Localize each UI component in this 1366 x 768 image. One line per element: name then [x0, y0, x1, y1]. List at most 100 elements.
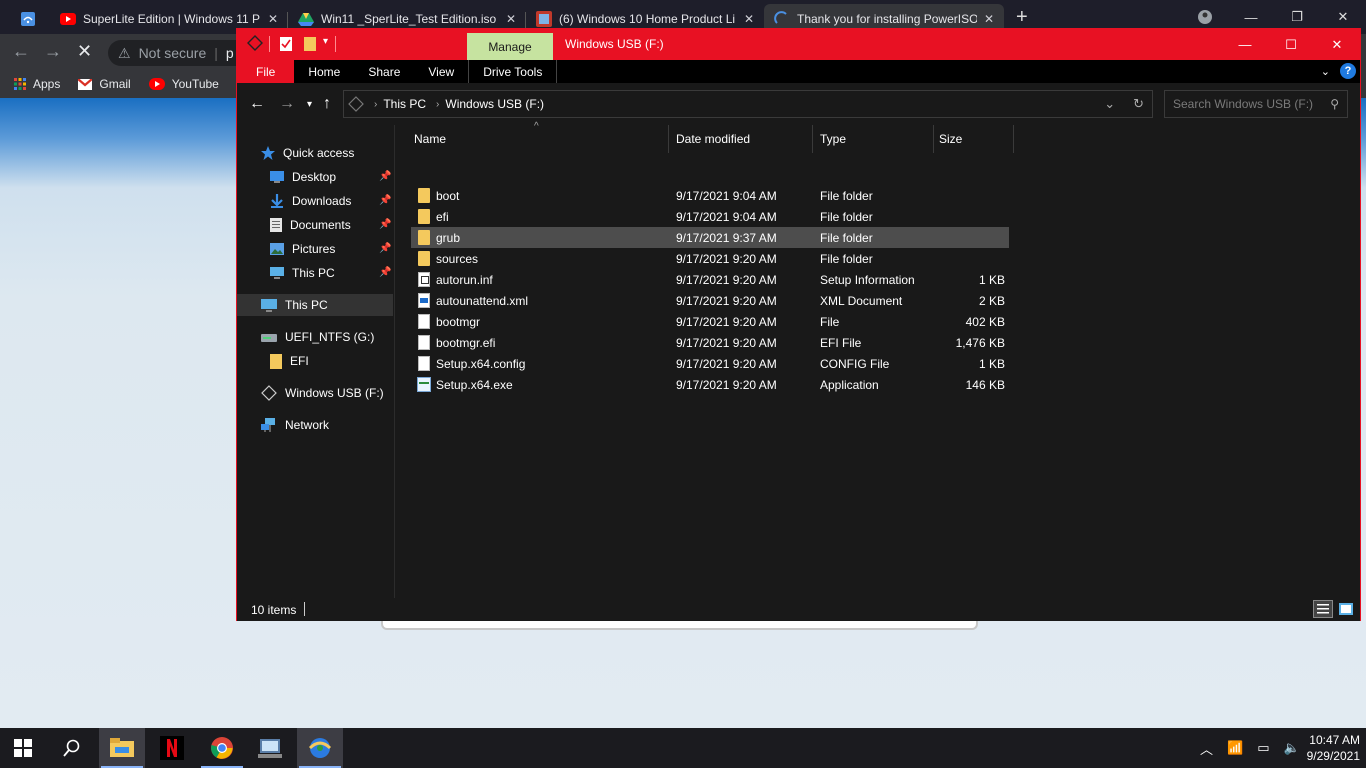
battery-icon[interactable]: ▭ — [1257, 740, 1269, 756]
windows-logo-icon — [14, 739, 32, 757]
nav-network[interactable]: Network — [261, 414, 329, 436]
search-input[interactable]: Search Windows USB (F:) ⚲ — [1164, 90, 1348, 118]
customize-quick-access-icon[interactable]: ▾ — [323, 36, 328, 47]
nav-this-pc[interactable]: This PC — [237, 294, 393, 316]
close-button[interactable]: ✕ — [1314, 29, 1360, 60]
details-view-button[interactable] — [1313, 600, 1333, 618]
address-history-dropdown-icon[interactable]: ⌄ — [1104, 96, 1115, 112]
file-row-grub[interactable]: grub 9/17/2021 9:37 AM File folder — [411, 227, 1009, 248]
explorer-window-controls: — ☐ ✕ — [1222, 29, 1360, 60]
folder-icon — [418, 251, 430, 266]
browser-tab-search-icon[interactable] — [10, 4, 46, 34]
refresh-icon[interactable]: ↻ — [1133, 96, 1144, 112]
nav-efi-folder[interactable]: EFI — [270, 350, 309, 372]
explorer-title-bar[interactable]: ▾ Manage Windows USB (F:) — ☐ ✕ — [237, 29, 1360, 60]
new-tab-button[interactable]: + — [1016, 6, 1028, 29]
taskbar-file-explorer[interactable] — [99, 728, 145, 768]
address-box[interactable]: › This PC › Windows USB (F:) ⌄ ↻ — [343, 90, 1153, 118]
column-header-name[interactable]: Name — [396, 125, 669, 153]
new-folder-icon[interactable] — [303, 36, 317, 52]
maximize-button[interactable]: ☐ — [1268, 29, 1314, 60]
taskbar-chrome[interactable] — [199, 728, 245, 768]
start-button[interactable] — [0, 728, 46, 768]
nav-this-pc-pinned[interactable]: This PC — [270, 262, 335, 284]
bookmark-label: Apps — [33, 77, 61, 91]
nav-documents[interactable]: Documents — [270, 214, 351, 236]
file-row-autounattend[interactable]: autounattend.xml 9/17/2021 9:20 AM XML D… — [411, 290, 1009, 311]
file-row-bootmgr-efi[interactable]: bootmgr.efi 9/17/2021 9:20 AM EFI File 1… — [411, 332, 1009, 353]
help-icon[interactable]: ? — [1340, 63, 1356, 79]
nav-quick-access[interactable]: Quick access — [261, 142, 354, 164]
file-name: boot — [436, 189, 460, 203]
file-row-efi[interactable]: efi 9/17/2021 9:04 AM File folder — [411, 206, 1009, 227]
minimize-button[interactable]: — — [1222, 29, 1268, 60]
manage-contextual-tab[interactable]: Manage — [467, 33, 553, 60]
bookmark-gmail[interactable]: Gmail — [78, 77, 131, 91]
large-icons-view-button[interactable] — [1336, 600, 1356, 618]
column-header-type[interactable]: Type — [802, 125, 934, 153]
breadcrumb-this-pc[interactable]: This PC — [383, 97, 426, 111]
close-icon[interactable]: ✕ — [506, 12, 516, 26]
column-header-size[interactable]: Size — [921, 125, 1014, 153]
tab-drive-tools[interactable]: Drive Tools — [468, 60, 558, 83]
forward-arrow-icon[interactable]: → — [44, 41, 62, 62]
forward-arrow-icon[interactable]: → — [279, 95, 295, 113]
close-icon[interactable]: ✕ — [268, 12, 278, 26]
bookmark-youtube[interactable]: YouTube — [148, 77, 219, 91]
google-drive-icon — [298, 13, 314, 26]
search-placeholder: Search Windows USB (F:) — [1173, 97, 1314, 111]
nav-label: This PC — [292, 266, 335, 280]
file-row-boot[interactable]: boot 9/17/2021 9:04 AM File folder — [411, 185, 1009, 206]
close-icon[interactable]: ✕ — [984, 12, 994, 26]
file-date: 9/17/2021 9:20 AM — [676, 273, 777, 287]
taskbar-poweriso[interactable] — [297, 728, 343, 768]
browser-tab-title: Thank you for installing PowerISO — [797, 12, 977, 26]
taskbar-computer-app[interactable] — [247, 728, 293, 768]
bookmark-apps[interactable]: Apps — [14, 77, 60, 91]
clock[interactable]: 10:47 AM 9/29/2021 — [1298, 732, 1360, 764]
file-name: Setup.x64.exe — [436, 378, 513, 392]
nav-uefi-drive[interactable]: UEFI_NTFS (G:) — [261, 326, 374, 348]
file-name: autorun.inf — [436, 273, 493, 287]
taskbar-netflix[interactable] — [149, 728, 195, 768]
file-row-setup-exe[interactable]: Setup.x64.exe 9/17/2021 9:20 AM Applicat… — [411, 374, 1009, 395]
breadcrumb-current[interactable]: Windows USB (F:) — [445, 97, 544, 111]
nav-usb-drive[interactable]: Windows USB (F:) — [261, 382, 384, 404]
nav-desktop[interactable]: Desktop — [270, 166, 336, 188]
properties-icon[interactable] — [279, 36, 293, 52]
back-arrow-icon[interactable]: ← — [249, 95, 265, 113]
file-row-sources[interactable]: sources 9/17/2021 9:20 AM File folder — [411, 248, 1009, 269]
recent-locations-icon[interactable]: ▾ — [307, 99, 312, 110]
search-button[interactable] — [49, 728, 95, 768]
up-arrow-icon[interactable]: ↑ — [323, 95, 331, 113]
nav-pictures[interactable]: Pictures — [270, 238, 335, 260]
file-date: 9/17/2021 9:20 AM — [676, 336, 777, 350]
computer-icon — [261, 298, 277, 312]
column-header-date[interactable]: Date modified — [658, 125, 813, 153]
breadcrumb-separator-icon: › — [436, 98, 440, 110]
file-date: 9/17/2021 9:20 AM — [676, 357, 777, 371]
file-row-setup-config[interactable]: Setup.x64.config 9/17/2021 9:20 AM CONFI… — [411, 353, 1009, 374]
file-type: File folder — [820, 252, 873, 266]
nav-downloads[interactable]: Downloads — [270, 190, 351, 212]
file-row-autorun[interactable]: autorun.inf 9/17/2021 9:20 AM Setup Info… — [411, 269, 1009, 290]
download-arrow-icon — [271, 194, 283, 208]
file-type: File folder — [820, 231, 873, 245]
tab-file[interactable]: File — [237, 60, 295, 83]
tab-view[interactable]: View — [414, 60, 468, 83]
wifi-icon[interactable]: 📶 — [1227, 740, 1243, 756]
tab-share[interactable]: Share — [354, 60, 414, 83]
stop-icon[interactable]: ✕ — [77, 41, 92, 62]
file-list-pane: ^ Name Date modified Type Size boot 9/17… — [396, 121, 1360, 598]
file-row-bootmgr[interactable]: bootmgr 9/17/2021 9:20 AM File 402 KB — [411, 311, 1009, 332]
item-count: 10 items — [251, 603, 297, 617]
file-name: efi — [436, 210, 449, 224]
chevron-up-icon[interactable]: ︿ — [1200, 739, 1213, 758]
expand-ribbon-icon[interactable]: ⌄ — [1321, 65, 1330, 78]
netflix-icon — [160, 736, 184, 760]
taskbar: ︿ 📶 ▭ 🔈 10:47 AM 9/29/2021 — [0, 728, 1366, 768]
tab-home[interactable]: Home — [294, 60, 354, 83]
back-arrow-icon[interactable]: ← — [12, 41, 30, 62]
nav-label: EFI — [290, 354, 309, 368]
close-icon[interactable]: ✕ — [744, 12, 754, 26]
